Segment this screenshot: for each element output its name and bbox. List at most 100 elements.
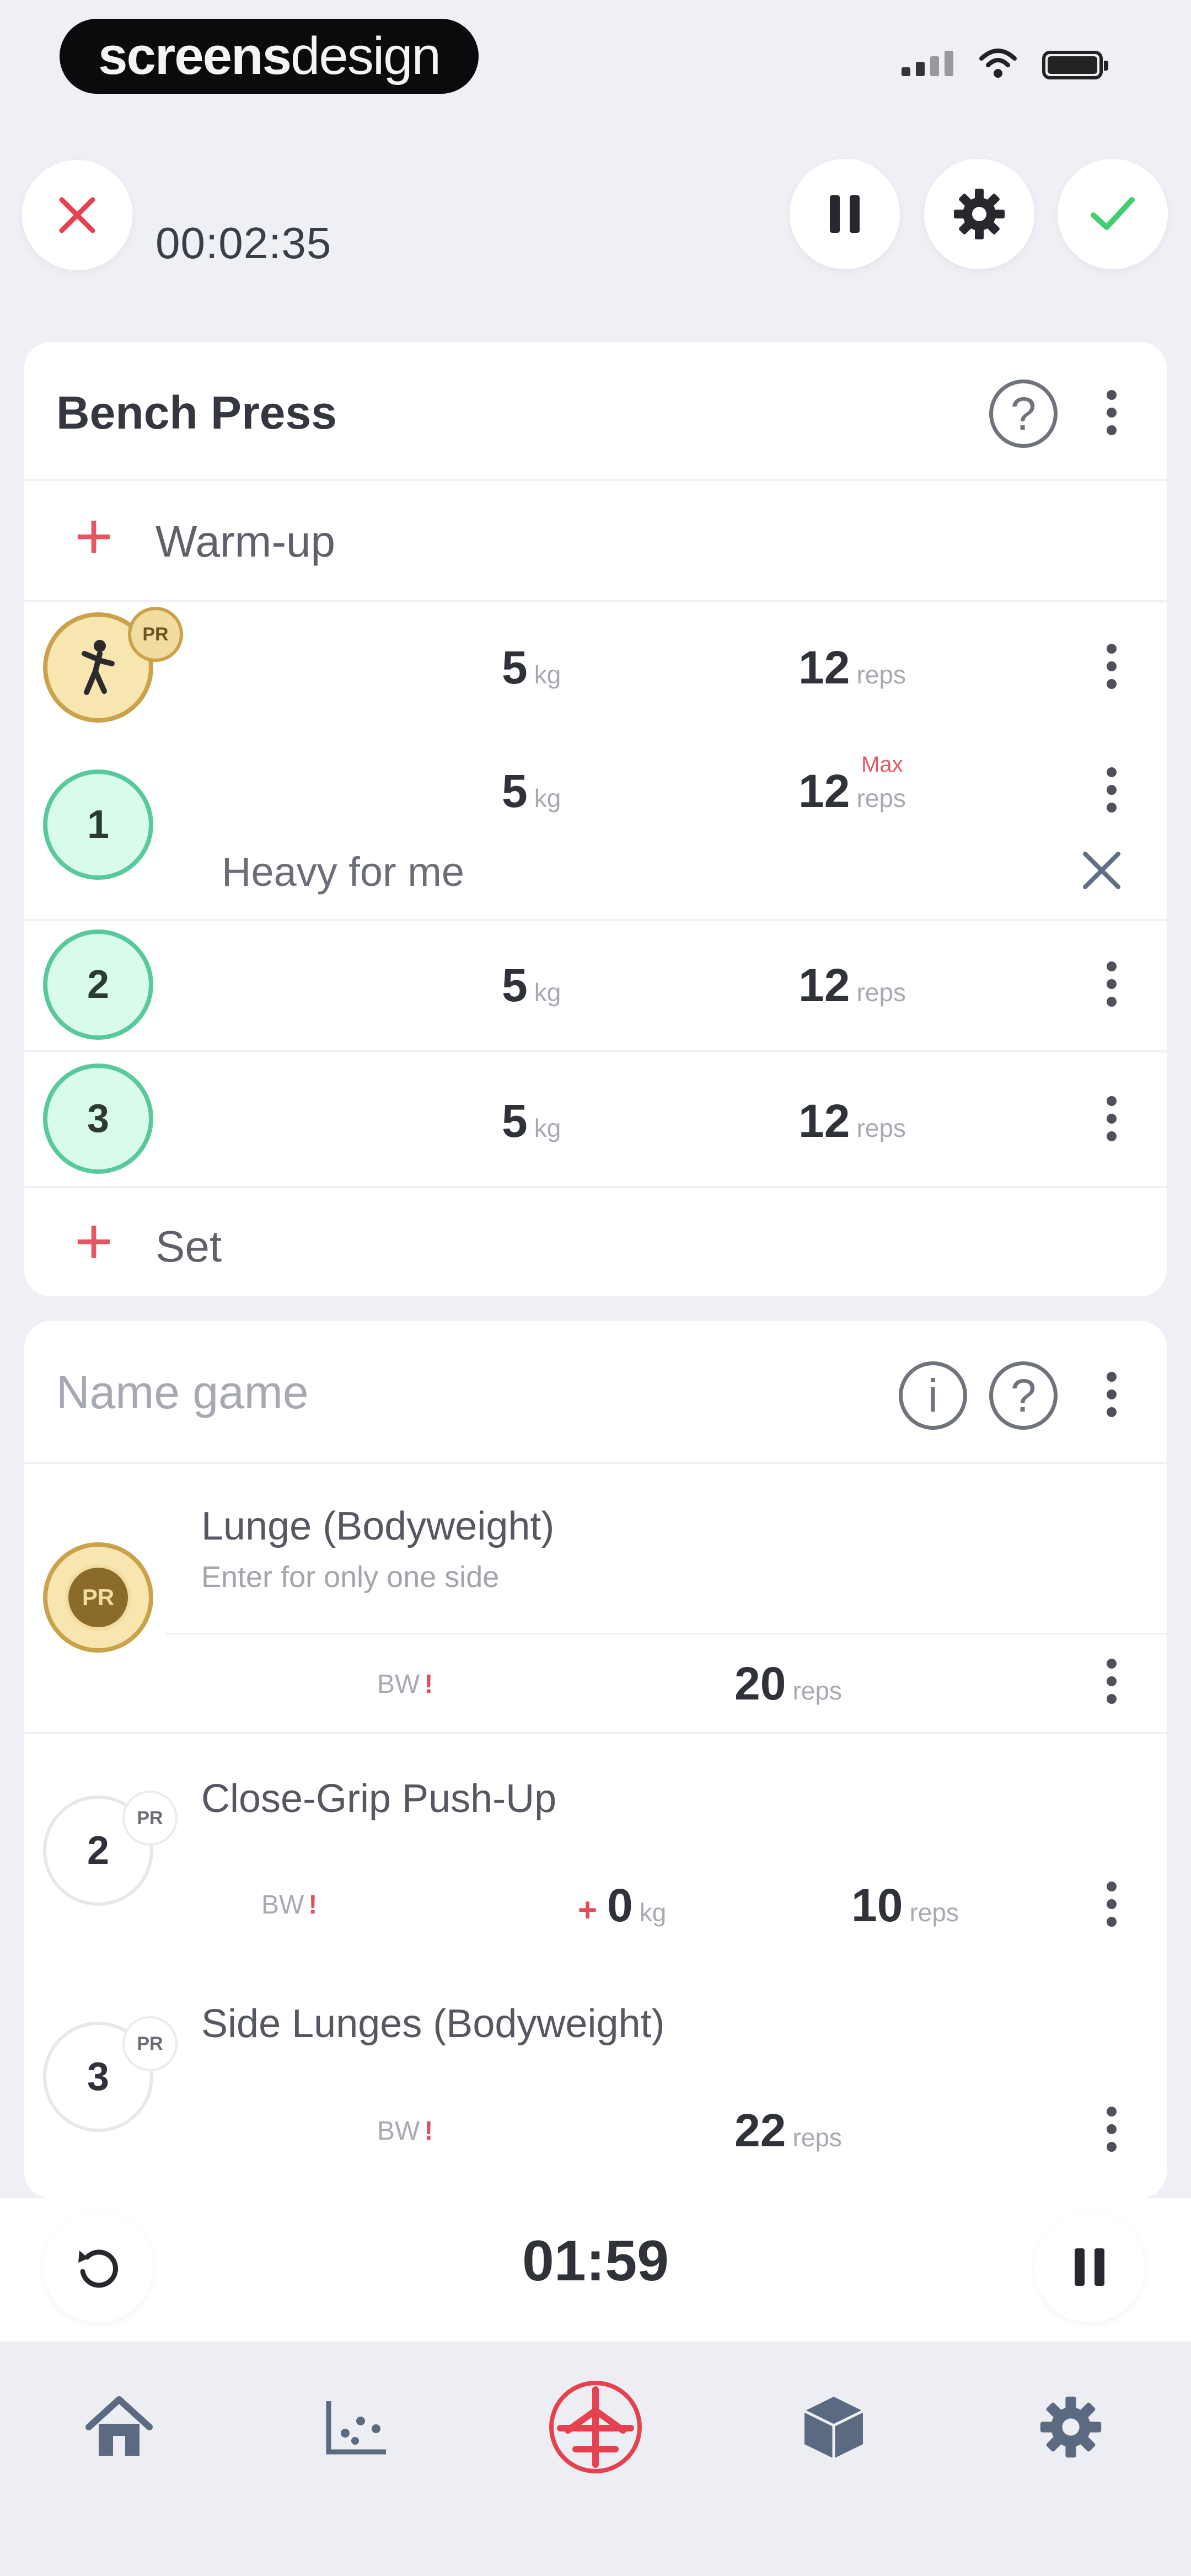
warmup-person-icon [82, 640, 115, 695]
weight-unit: kg [534, 1114, 561, 1142]
bodyweight-field[interactable]: BW! [377, 2116, 433, 2146]
exercise-name[interactable]: Lunge (Bodyweight) [201, 1504, 554, 1549]
bw-label: BW [377, 2117, 420, 2146]
nav-workout[interactable] [540, 2372, 651, 2482]
set-menu-kebab-icon[interactable] [1101, 2096, 1123, 2162]
reps-unit: reps [856, 1114, 906, 1142]
add-set-button[interactable]: Set [155, 1221, 222, 1272]
reps-number: 12 [798, 1095, 850, 1147]
reps-number: 22 [734, 2104, 786, 2156]
remove-note-close-icon[interactable] [1080, 848, 1124, 892]
exercise-name[interactable]: Side Lunges (Bodyweight) [201, 2001, 665, 2046]
reps-number: 12 [798, 642, 850, 693]
warmup-reps-value[interactable]: 12 reps [798, 641, 906, 694]
nav-stats[interactable] [301, 2372, 411, 2482]
set-menu-kebab-icon[interactable] [1101, 757, 1123, 823]
item-2-added-weight[interactable]: +0 kg [578, 1879, 666, 1932]
reps-unit: reps [856, 660, 906, 689]
bodyweight-field[interactable]: BW! [261, 1890, 317, 1920]
weight-unit: kg [639, 1898, 667, 1927]
reps-number: 12 [798, 959, 850, 1011]
set-note[interactable]: Heavy for me [222, 848, 464, 895]
exercise-title: Bench Press [56, 387, 337, 439]
set-menu-kebab-icon[interactable] [1101, 1648, 1123, 1714]
set-menu-kebab-icon[interactable] [1101, 951, 1123, 1017]
warmup-weight-value[interactable]: 5 kg [502, 641, 561, 694]
battery-icon [1042, 51, 1108, 79]
set-menu-kebab-icon[interactable] [1101, 633, 1123, 699]
bw-label: BW [261, 1890, 304, 1920]
set-menu-kebab-icon[interactable] [1101, 1086, 1123, 1152]
set-3-reps-value[interactable]: 12 reps [798, 1094, 906, 1148]
check-icon [1091, 197, 1135, 230]
close-workout-button[interactable] [22, 160, 132, 270]
exercise-name[interactable]: Close-Grip Push-Up [201, 1776, 556, 1821]
weight-unit: kg [534, 978, 561, 1007]
cube-icon [803, 2397, 864, 2459]
pr-badge: PR [122, 1791, 178, 1846]
divider [24, 479, 1167, 481]
brand-logo-text-left: screens [98, 26, 292, 85]
weight-unit: kg [534, 784, 561, 813]
weight-number: 0 [607, 1879, 633, 1931]
pr-badge: PR [122, 2016, 178, 2071]
set-marker-3[interactable]: 3 [43, 1063, 153, 1174]
add-warmup-plus-icon[interactable]: + [74, 503, 113, 569]
add-warmup-button[interactable]: Warm-up [155, 516, 335, 567]
home-icon [85, 2396, 153, 2456]
wifi-icon [979, 49, 1017, 78]
exercise-subtitle: Enter for only one side [201, 1560, 500, 1594]
help-icon[interactable]: ? [989, 1361, 1058, 1430]
set-marker-2[interactable]: 2 [43, 929, 153, 1040]
set-2-reps-value[interactable]: 12 reps [798, 959, 906, 1012]
circuit-menu-kebab-icon[interactable] [1101, 1361, 1123, 1428]
bw-warning-mark: ! [424, 1670, 433, 1699]
exercise-menu-kebab-icon[interactable] [1101, 380, 1123, 446]
divider [24, 1050, 1167, 1052]
set-menu-kebab-icon[interactable] [1101, 1871, 1123, 1937]
reps-unit: reps [792, 2123, 842, 2152]
pause-icon [830, 195, 860, 233]
exercise-pr-marker[interactable]: PR [43, 1542, 153, 1653]
info-icon[interactable]: i [899, 1361, 967, 1430]
set-3-weight-value[interactable]: 5 kg [502, 1094, 561, 1148]
divider [24, 1186, 1167, 1188]
bw-warning-mark: ! [424, 2117, 433, 2146]
nav-settings[interactable] [1016, 2372, 1126, 2482]
set-marker-1[interactable]: 1 [43, 769, 153, 880]
set-1-weight-value[interactable]: 5 kg [502, 765, 561, 818]
signal-icon [902, 51, 953, 76]
weight-number: 5 [502, 642, 528, 693]
reps-number: 20 [734, 1658, 786, 1709]
item-1-reps-value[interactable]: 20 reps [734, 1657, 842, 1711]
circuit-title[interactable]: Name game [56, 1366, 309, 1419]
pause-workout-button[interactable] [790, 159, 900, 269]
pr-badge: PR [128, 607, 183, 662]
pause-rest-timer-button[interactable] [1034, 2212, 1145, 2322]
weight-number: 5 [502, 1095, 528, 1147]
set-1-reps-value[interactable]: 12 reps [798, 765, 906, 818]
nav-exercises[interactable] [779, 2372, 889, 2482]
rest-timer-value: 01:59 [522, 2229, 669, 2293]
divider [24, 1462, 1167, 1464]
exercise-card-bench-press [24, 342, 1167, 1296]
help-icon[interactable]: ? [989, 380, 1058, 448]
reps-number: 12 [798, 765, 850, 817]
bodyweight-field[interactable]: BW! [377, 1669, 433, 1699]
divider [165, 1633, 1167, 1635]
plane-icon [549, 2381, 642, 2473]
finish-workout-button[interactable] [1058, 159, 1168, 269]
item-2-reps-value[interactable]: 10 reps [851, 1879, 959, 1932]
weight-unit: kg [534, 660, 561, 689]
set-2-weight-value[interactable]: 5 kg [502, 959, 561, 1012]
reps-unit: reps [792, 1676, 842, 1705]
brand-logo-text-right: design [291, 26, 441, 85]
pause-icon [1075, 2248, 1104, 2286]
add-set-plus-icon[interactable]: + [74, 1208, 113, 1274]
workout-settings-button[interactable] [924, 159, 1034, 269]
weight-number: 5 [502, 765, 528, 817]
item-3-reps-value[interactable]: 22 reps [734, 2104, 842, 2157]
pr-badge: PR [65, 1564, 131, 1631]
nav-home[interactable] [64, 2372, 174, 2482]
brand-logo: screens design [60, 19, 479, 94]
